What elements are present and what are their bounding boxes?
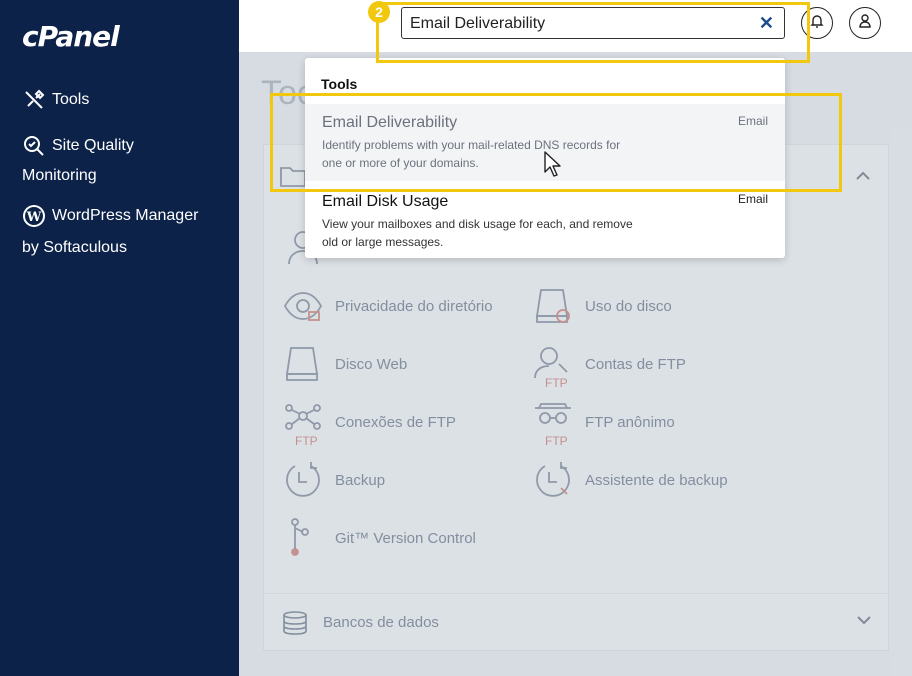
sidebar-item-wordpress[interactable]: W WordPress Manager — [22, 201, 198, 231]
wordpress-icon: W — [22, 204, 46, 228]
user-icon — [857, 13, 873, 34]
result-description: View your mailboxes and disk usage for e… — [322, 217, 633, 249]
results-section-title: Tools — [321, 76, 358, 92]
bell-icon — [809, 13, 825, 34]
tools-icon — [22, 88, 46, 112]
sidebar-item-label: Site Quality — [52, 137, 134, 154]
sidebar-item-tools[interactable]: Tools — [22, 85, 89, 115]
sidebar-item-label-cont[interactable]: by Softaculous — [22, 233, 127, 263]
mouse-cursor-icon — [543, 150, 563, 183]
search-callout — [376, 2, 810, 63]
cpanel-logo[interactable]: cPanel — [22, 20, 120, 53]
result-title: Email Disk Usage — [322, 193, 449, 210]
user-menu-button[interactable] — [849, 7, 881, 39]
sidebar-item-site-quality[interactable]: Site Quality — [22, 131, 134, 161]
result-category: Email — [737, 192, 768, 206]
sidebar-item-label-cont[interactable]: Monitoring — [22, 161, 97, 191]
site-quality-icon — [22, 134, 46, 158]
sidebar-item-label: Tools — [52, 91, 90, 108]
sidebar-item-label: WordPress Manager — [52, 207, 199, 224]
sidebar: cPanel Tools Site Quality Monitoring W W… — [0, 0, 239, 676]
svg-text:W: W — [26, 210, 42, 225]
step-badge: 2 — [368, 1, 390, 23]
